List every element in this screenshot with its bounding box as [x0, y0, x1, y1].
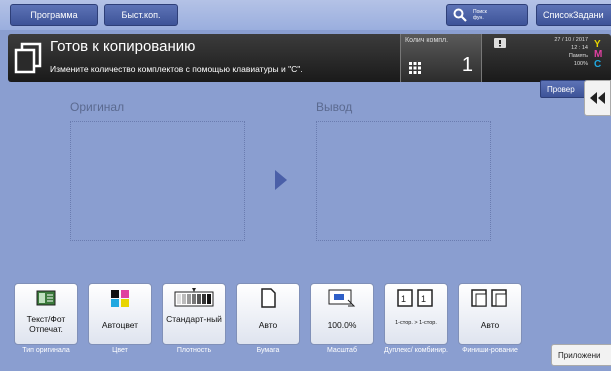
finishing-icon [471, 289, 507, 307]
search-label-line2: фун. [473, 15, 484, 21]
zoom-key[interactable]: 100.0% [310, 283, 374, 345]
paper-icon [261, 288, 276, 308]
zoom-value: 100.0% [327, 320, 357, 330]
alert-icon[interactable] [494, 38, 506, 48]
copies-label: Колич компл. [405, 37, 449, 44]
program-button[interactable]: Программа [10, 4, 98, 26]
memory-value: 100% [573, 61, 588, 67]
paper-value: Авто [258, 320, 278, 330]
color-value: Автоцвет [101, 320, 139, 330]
svg-text:1: 1 [401, 294, 406, 304]
fast-copy-button[interactable]: Быст.коп. [104, 4, 178, 26]
double-arrow-left-icon [589, 92, 605, 104]
side-panel-tab[interactable] [584, 80, 611, 116]
original-type-value: Текст/Фот Отпечат. [26, 314, 66, 334]
search-icon [453, 8, 467, 22]
original-type-key[interactable]: Текст/Фот Отпечат. [14, 283, 78, 345]
function-search-label: Поиск фун. [473, 9, 487, 21]
copies-count-box[interactable]: Колич компл. 1 [400, 34, 482, 82]
original-type-label: Тип оригинала [22, 347, 70, 354]
zoom-label: Масштаб [327, 347, 357, 354]
copies-value: 1 [461, 54, 473, 76]
date-text: 27 / 10 / 2017 [554, 37, 588, 43]
finishing-label: Финиши-рование [462, 347, 518, 354]
original-label: Оригинал [70, 100, 125, 114]
color-key[interactable]: Автоцвет [88, 283, 152, 345]
job-list-button[interactable]: СписокЗадани [536, 4, 611, 26]
keypad-icon[interactable] [409, 62, 421, 74]
function-search-button[interactable]: Поиск фун. [446, 4, 528, 26]
color-label: Цвет [112, 347, 128, 354]
zoom-icon [328, 289, 356, 307]
color-icon [111, 290, 129, 307]
status-message: Измените количество комплектов с помощью… [50, 64, 303, 74]
toner-c: C [594, 59, 602, 70]
density-label: Плотность [176, 347, 212, 354]
arrow-right-icon [275, 170, 287, 190]
density-icon [174, 288, 214, 307]
applications-button[interactable]: Приложени [551, 344, 611, 366]
time-text: 12 : 14 [571, 45, 588, 51]
duplex-label: Дуплекс/ комбинир. [384, 347, 448, 354]
status-title: Готов к копированию [50, 38, 196, 55]
output-preview [316, 121, 491, 241]
paper-label: Бумага [256, 347, 280, 354]
paper-key[interactable]: Авто [236, 283, 300, 345]
finishing-key[interactable]: Авто [458, 283, 522, 345]
duplex-icon: 1 1 [397, 289, 433, 307]
text-photo-icon [36, 290, 56, 306]
output-label: Вывод [316, 100, 353, 114]
top-bar: Программа Быст.коп. Поиск фун. СписокЗад… [0, 0, 611, 30]
duplex-key[interactable]: 1 1 1-стор. > 1-стор. [384, 283, 448, 345]
density-value: Стандарт-ный [166, 314, 222, 324]
status-bar: Готов к копированию Измените количество … [8, 34, 611, 82]
duplex-value: 1-стор. > 1-стор. [395, 320, 437, 326]
original-preview [70, 121, 245, 241]
copy-document-icon [14, 42, 42, 74]
memory-label: Память [568, 53, 588, 59]
finishing-value: Авто [480, 320, 500, 330]
date-time-memory: 27 / 10 / 2017 12 : 14 Память 100% [534, 36, 588, 68]
svg-text:1: 1 [421, 294, 426, 304]
toner-indicator: Y M C [594, 40, 602, 70]
density-key[interactable]: Стандарт-ный [162, 283, 226, 345]
